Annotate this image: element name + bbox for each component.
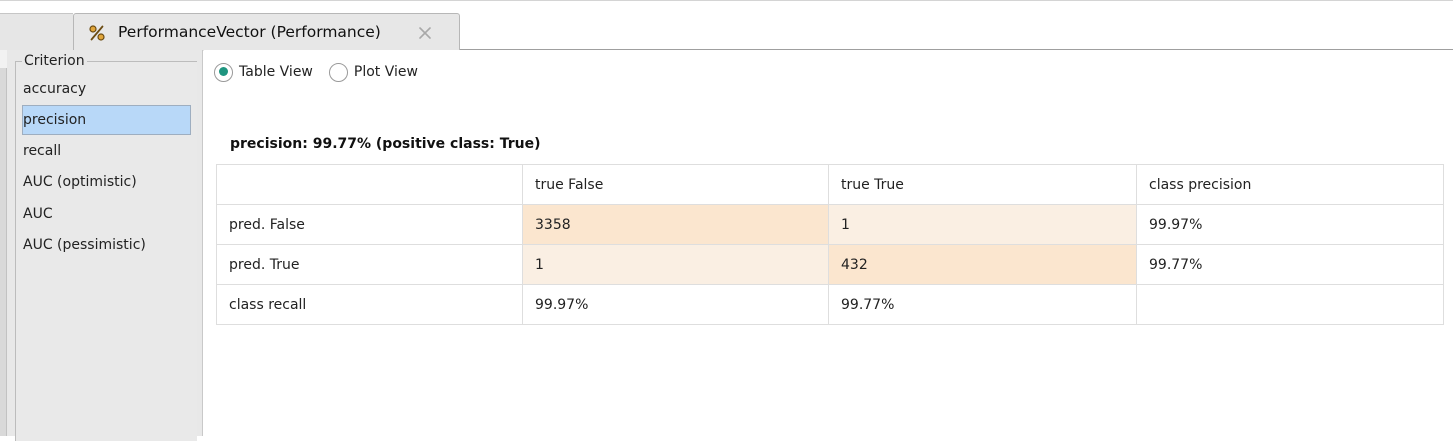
header-cell: true True bbox=[828, 164, 1137, 205]
table-cell: 3358 bbox=[522, 204, 829, 245]
row-label: class recall bbox=[216, 284, 523, 325]
table-cell bbox=[1136, 284, 1444, 325]
table-cell: 1 bbox=[828, 204, 1137, 245]
left-edge bbox=[0, 50, 7, 436]
table-cell: 99.97% bbox=[1136, 204, 1444, 245]
table-header-row: true False true True class precision bbox=[216, 164, 1444, 205]
percent-icon bbox=[89, 25, 105, 41]
radio-unchecked-icon bbox=[328, 62, 348, 82]
criterion-item-precision[interactable]: precision bbox=[22, 105, 191, 135]
criterion-legend: Criterion bbox=[22, 53, 87, 69]
view-toggle: Table View Plot View bbox=[214, 62, 434, 82]
criterion-item-auc-optimistic[interactable]: AUC (optimistic) bbox=[22, 168, 191, 198]
table-row: class recall 99.97% 99.77% bbox=[216, 284, 1444, 325]
table-row: pred. True 1 432 99.77% bbox=[216, 244, 1444, 285]
left-edge-top bbox=[0, 50, 7, 68]
tab-performance-vector[interactable]: PerformanceVector (Performance) bbox=[73, 13, 460, 51]
criterion-item-recall[interactable]: recall bbox=[22, 137, 191, 167]
table-cell: 1 bbox=[522, 244, 829, 285]
main-panel: Table View Plot View precision: 99.77% (… bbox=[204, 50, 1453, 436]
tab-title: PerformanceVector (Performance) bbox=[118, 23, 381, 41]
plot-view-radio[interactable]: Plot View bbox=[328, 62, 418, 82]
header-cell bbox=[216, 164, 523, 205]
criterion-item-auc[interactable]: AUC bbox=[22, 200, 191, 230]
header-cell: true False bbox=[522, 164, 829, 205]
confusion-matrix: true False true True class precision pre… bbox=[216, 164, 1444, 325]
table-cell: 99.97% bbox=[522, 284, 829, 325]
row-label: pred. False bbox=[216, 204, 523, 245]
table-view-radio[interactable]: Table View bbox=[214, 62, 313, 82]
table-view-label: Table View bbox=[239, 64, 313, 80]
criterion-item-auc-pessimistic[interactable]: AUC (pessimistic) bbox=[22, 231, 191, 261]
tab-stub[interactable] bbox=[0, 13, 73, 51]
table-row: pred. False 3358 1 99.97% bbox=[216, 204, 1444, 245]
radio-checked-icon bbox=[214, 62, 233, 82]
table-cell: 99.77% bbox=[828, 284, 1137, 325]
plot-view-label: Plot View bbox=[353, 64, 418, 80]
result-caption: precision: 99.77% (positive class: True) bbox=[230, 136, 541, 152]
header-cell: class precision bbox=[1136, 164, 1444, 205]
tab-bar: PerformanceVector (Performance) bbox=[0, 0, 1453, 51]
criterion-item-accuracy[interactable]: accuracy bbox=[22, 75, 191, 105]
table-cell: 99.77% bbox=[1136, 244, 1444, 285]
criterion-sidebar: Criterion accuracy precision recall AUC … bbox=[7, 50, 203, 441]
close-icon[interactable] bbox=[416, 24, 434, 42]
row-label: pred. True bbox=[216, 244, 523, 285]
table-cell: 432 bbox=[828, 244, 1137, 285]
